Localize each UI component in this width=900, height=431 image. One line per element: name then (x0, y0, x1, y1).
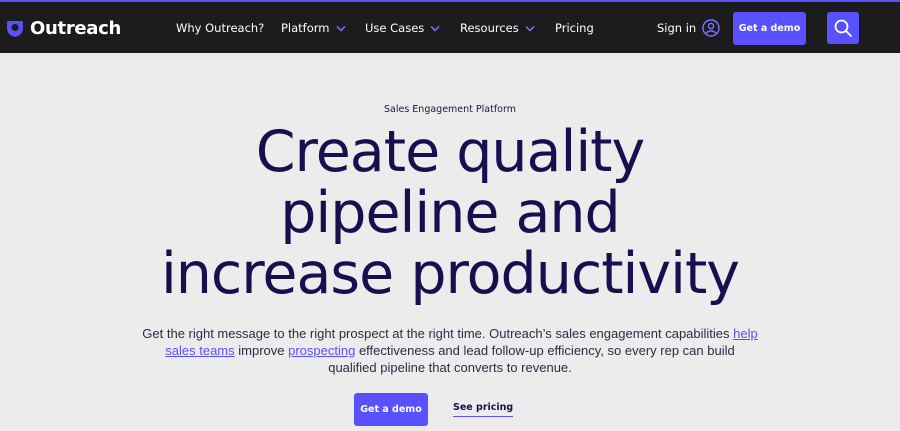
outreach-logo[interactable]: Outreach (5, 15, 121, 41)
outreach-logo-icon (7, 21, 23, 37)
headline-line: pipeline and (280, 180, 621, 246)
eyebrow-label: Sales Engagement Platform (384, 104, 516, 115)
nav-item-label: Why Outreach? (176, 21, 265, 35)
nav-item-label: Platform (281, 21, 330, 35)
nav-item-why-outreach[interactable]: Why Outreach? (176, 19, 264, 37)
hero-get-a-demo-button[interactable]: Get a demo (354, 393, 428, 426)
top-navigation-bar: Outreach Why Outreach? Platform Use Case… (0, 0, 900, 53)
hero-headline: Create quality pipeline and increase pro… (0, 122, 900, 305)
headline-line: increase productivity (160, 241, 740, 307)
brand-name: Outreach (30, 17, 122, 39)
sign-in-label: Sign in (657, 21, 697, 35)
chevron-down-icon (335, 25, 346, 32)
chevron-down-icon (430, 25, 440, 32)
hero-description: Get the right message to the right prosp… (140, 325, 760, 376)
nav-item-label: Pricing (555, 21, 594, 35)
nav-item-pricing[interactable]: Pricing (555, 19, 594, 37)
nav-item-label: Use Cases (365, 21, 425, 35)
headline-line: Create quality (255, 119, 646, 185)
description-text: Get the right message to the right prosp… (142, 326, 734, 341)
get-a-demo-button[interactable]: Get a demo (733, 12, 806, 45)
nav-item-use-cases[interactable]: Use Cases (365, 19, 440, 37)
search-button[interactable] (827, 12, 859, 44)
nav-item-platform[interactable]: Platform (281, 19, 346, 37)
see-pricing-link[interactable]: See pricing (453, 402, 514, 417)
prospecting-link[interactable]: prospecting (288, 343, 355, 358)
nav-item-resources[interactable]: Resources (460, 19, 535, 37)
chevron-down-icon (525, 25, 535, 32)
sign-in-link[interactable]: Sign in (657, 19, 720, 37)
user-icon (702, 19, 720, 37)
description-text: improve (234, 343, 289, 358)
description-text: effectiveness and lead follow-up efficie… (328, 343, 735, 375)
nav-item-label: Resources (460, 21, 519, 35)
search-icon (834, 19, 852, 37)
